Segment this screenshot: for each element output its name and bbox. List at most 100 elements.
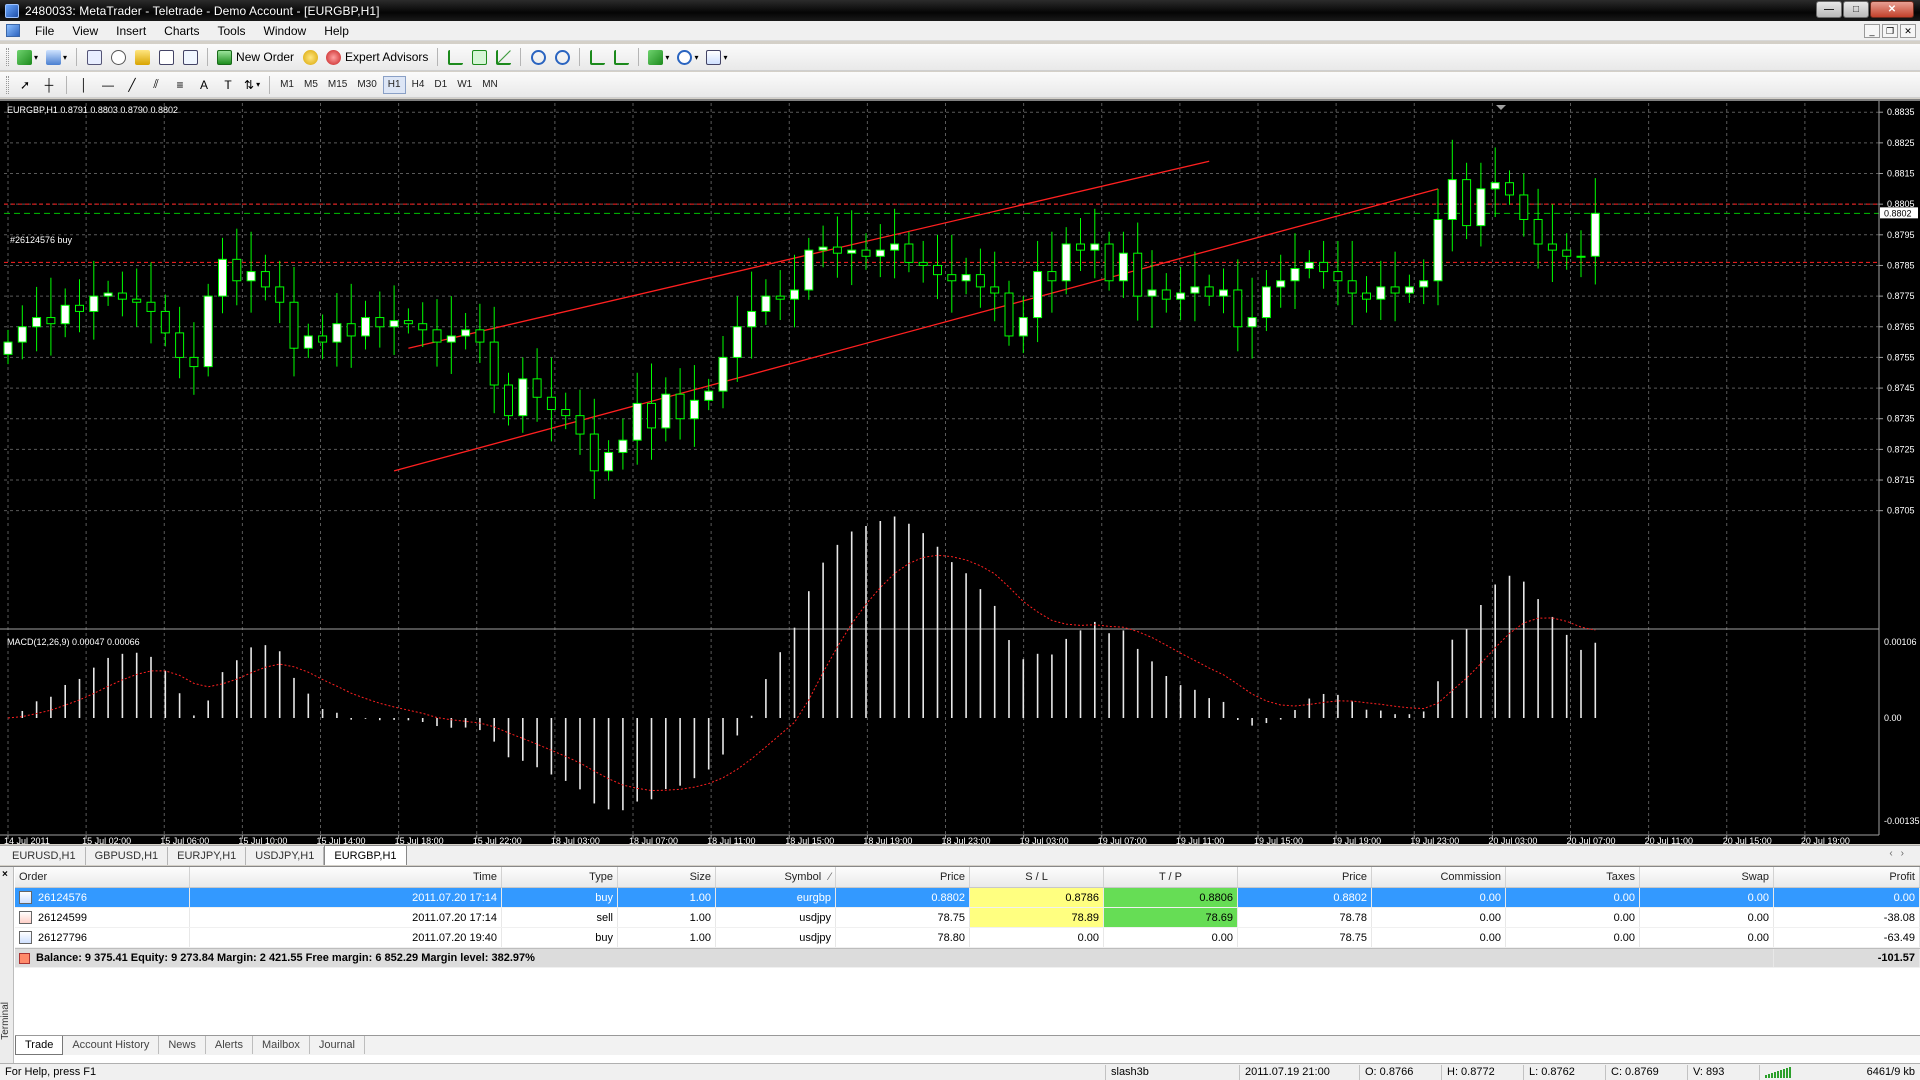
text-label-button[interactable]: T (218, 75, 238, 95)
col-order[interactable]: Order (15, 867, 190, 887)
menu-tools[interactable]: Tools (209, 21, 255, 41)
terminal-button[interactable] (156, 47, 176, 67)
order-take-profit[interactable]: 78.69 (1104, 908, 1238, 927)
crosshair-button[interactable]: ┼ (39, 75, 59, 95)
menu-view[interactable]: View (63, 21, 107, 41)
col-profit[interactable]: Profit (1774, 867, 1920, 887)
indicators-button[interactable]: ▾ (646, 47, 671, 67)
timeframe-m30[interactable]: M30 (353, 76, 380, 94)
col-symbol[interactable]: Symbol ⁄ (716, 867, 836, 887)
timeframe-w1[interactable]: W1 (453, 76, 476, 94)
chart-shift-marker[interactable] (1496, 105, 1506, 110)
new-order-button[interactable]: New Order (215, 47, 296, 67)
zoom-out-button[interactable] (552, 47, 572, 67)
trendline-button[interactable]: ╱ (122, 75, 142, 95)
menu-window[interactable]: Window (255, 21, 316, 41)
templates-button[interactable]: ▾ (704, 47, 729, 67)
mdi-restore-button[interactable]: ❐ (1882, 24, 1898, 38)
candlesticks-button[interactable] (469, 47, 489, 67)
col-time[interactable]: Time (190, 867, 502, 887)
col-taxes[interactable]: Taxes (1506, 867, 1640, 887)
equidistant-channel-button[interactable]: ⫽ (146, 75, 166, 95)
menu-insert[interactable]: Insert (107, 21, 155, 41)
arrows-button[interactable]: ⇅ ▾ (242, 75, 262, 95)
price-axis[interactable]: 0.88350.88250.88150.88050.87950.87850.87… (1879, 107, 1915, 516)
chart-shift-button[interactable] (611, 47, 631, 67)
order-row[interactable]: 26124599 2011.07.20 17:14 sell 1.00 usdj… (15, 908, 1920, 928)
tab-account-history[interactable]: Account History (63, 1036, 160, 1054)
metaeditor-button[interactable] (300, 47, 320, 67)
bear-candle (146, 301, 156, 312)
col-type[interactable]: Type (502, 867, 618, 887)
timeframe-m1[interactable]: M1 (276, 76, 298, 94)
col-swap[interactable]: Swap (1640, 867, 1774, 887)
fibonacci-button[interactable]: ≡ (170, 75, 190, 95)
tab-mailbox[interactable]: Mailbox (253, 1036, 310, 1054)
tab-scroll-arrows[interactable]: ‹› (1889, 848, 1912, 859)
vertical-line-button[interactable]: │ (74, 75, 94, 95)
zoom-in-button[interactable] (528, 47, 548, 67)
toolbar-grip[interactable] (6, 48, 9, 66)
menu-file[interactable]: File (26, 21, 63, 41)
horizontal-line-button[interactable]: — (98, 75, 118, 95)
col-sl[interactable]: S / L (970, 867, 1104, 887)
tab-news[interactable]: News (159, 1036, 206, 1054)
timeframe-h4[interactable]: H4 (408, 76, 429, 94)
chart-canvas[interactable]: 0.88350.88250.88150.88050.87950.87850.87… (0, 101, 1920, 846)
market-watch-button[interactable] (84, 47, 104, 67)
periods-button[interactable]: ▾ (675, 47, 700, 67)
timeframe-h1[interactable]: H1 (382, 75, 406, 94)
order-profit: -63.49 (1774, 928, 1920, 947)
strategy-tester-button[interactable] (180, 47, 200, 67)
order-row[interactable]: 26124576 2011.07.20 17:14 buy 1.00 eurgb… (15, 888, 1920, 908)
new-chart-button[interactable]: ▾ (15, 47, 40, 67)
timeframe-m5[interactable]: M5 (300, 76, 322, 94)
col-size[interactable]: Size (618, 867, 716, 887)
menu-charts[interactable]: Charts (155, 21, 208, 41)
chart-document-icon[interactable] (6, 24, 20, 37)
timeframe-mn[interactable]: MN (478, 76, 502, 94)
minimize-button[interactable]: — (1816, 1, 1842, 18)
chart-tab-eurgbp[interactable]: EURGBP,H1 (324, 845, 407, 865)
order-stop-loss[interactable]: 0.00 (970, 928, 1104, 947)
col-current-price[interactable]: Price (1238, 867, 1372, 887)
order-take-profit[interactable]: 0.00 (1104, 928, 1238, 947)
data-window-button[interactable] (132, 47, 152, 67)
menu-help[interactable]: Help (315, 21, 358, 41)
navigator-button[interactable] (108, 47, 128, 67)
tab-alerts[interactable]: Alerts (206, 1036, 253, 1054)
order-stop-loss[interactable]: 78.89 (970, 908, 1104, 927)
timeframe-d1[interactable]: D1 (430, 76, 451, 94)
chart-window[interactable]: 0.8835 0.8825 0.8815 0.8805 0.8795 0.8785 0.87… (0, 99, 1920, 846)
auto-scroll-button[interactable] (587, 47, 607, 67)
col-tp[interactable]: T / P (1104, 867, 1238, 887)
bar-chart-button[interactable] (445, 47, 465, 67)
close-button[interactable]: ✕ (1870, 1, 1914, 18)
line-chart-button[interactable] (493, 47, 513, 67)
text-button[interactable]: A (194, 75, 214, 95)
order-take-profit[interactable]: 0.8806 (1104, 888, 1238, 907)
maximize-button[interactable]: □ (1843, 1, 1869, 18)
tab-trade[interactable]: Trade (15, 1036, 64, 1055)
chart-tab-gbpusd[interactable]: GBPUSD,H1 (86, 847, 169, 865)
order-stop-loss[interactable]: 0.8786 (970, 888, 1104, 907)
connection-status[interactable]: 6461/9 kb (1759, 1064, 1920, 1080)
status-profile[interactable]: slash3b (1105, 1064, 1239, 1080)
mdi-minimize-button[interactable]: _ (1864, 24, 1880, 38)
col-commission[interactable]: Commission (1372, 867, 1506, 887)
col-price[interactable]: Price (836, 867, 970, 887)
tab-journal[interactable]: Journal (310, 1036, 365, 1054)
trend-channel[interactable] (393, 160, 1439, 472)
cursor-button[interactable]: ➚ (15, 75, 35, 95)
chart-tab-usdjpy[interactable]: USDJPY,H1 (246, 847, 325, 865)
expert-advisors-button[interactable]: Expert Advisors (324, 47, 430, 67)
chart-tab-eurusd[interactable]: EURUSD,H1 (3, 847, 86, 865)
chart-tab-eurjpy[interactable]: EURJPY,H1 (168, 847, 247, 865)
order-row[interactable]: 26127796 2011.07.20 19:40 buy 1.00 usdjp… (15, 928, 1920, 948)
toolbar-grip[interactable] (6, 75, 9, 94)
timeframe-m15[interactable]: M15 (324, 76, 351, 94)
bear-candle (1519, 194, 1529, 220)
terminal-close-icon[interactable]: × (2, 869, 8, 880)
mdi-close-button[interactable]: ✕ (1900, 24, 1916, 38)
profiles-button[interactable]: ▾ (44, 47, 69, 67)
